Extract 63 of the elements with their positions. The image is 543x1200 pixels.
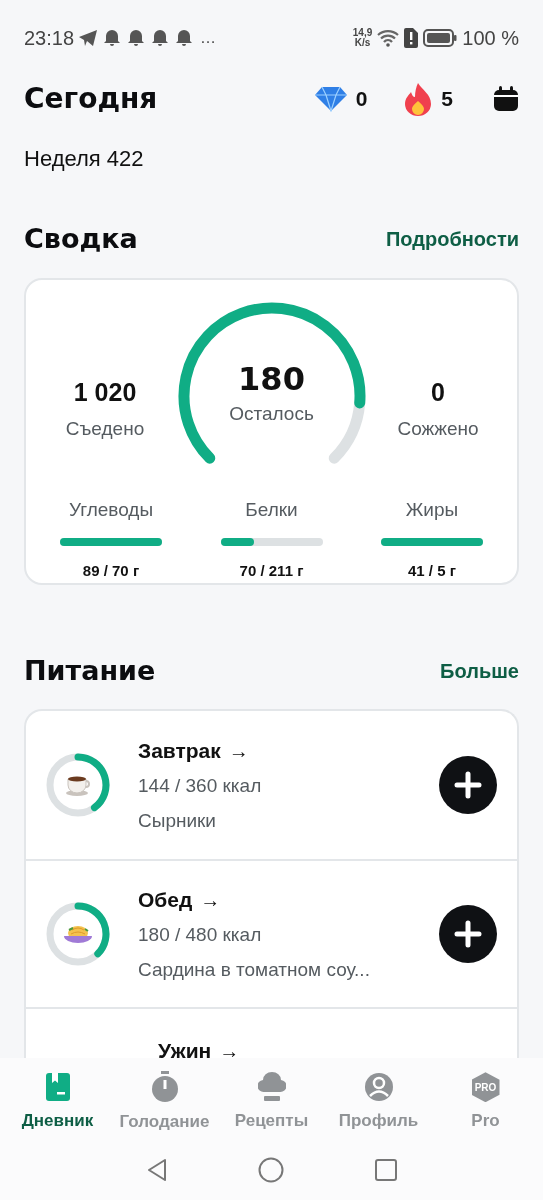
network-speed: 14,9 — [352, 28, 373, 38]
meal-foods: Сардина в томатном соу... — [138, 957, 371, 982]
arrow-icon: → — [228, 735, 249, 766]
gems-count: 0 — [355, 86, 368, 113]
meal-calories: 144 / 360 ккал — [138, 774, 263, 799]
meal-foods: Сырники — [138, 808, 217, 833]
plus-icon — [454, 771, 482, 799]
macro-name: Белки — [245, 497, 298, 522]
arrow-icon: → — [200, 884, 221, 915]
more-notifications: … — [200, 28, 217, 48]
pro-icon: PRO — [471, 1072, 500, 1103]
home-icon[interactable] — [257, 1157, 284, 1183]
nav-tab[interactable]: Дневник — [4, 1072, 111, 1134]
macro-amount: 89 / 70 г — [82, 561, 140, 581]
bell-icon — [126, 28, 147, 48]
remaining-label: Осталось — [229, 401, 314, 426]
macro-name: Жиры — [405, 497, 459, 522]
add-button[interactable] — [439, 756, 497, 814]
battery-icon — [423, 29, 458, 47]
wifi-icon — [377, 29, 400, 47]
more-link[interactable]: Больше — [440, 655, 519, 686]
bowl-icon — [63, 924, 93, 944]
paper-plane-icon — [78, 29, 99, 47]
burned-label: Сожжено — [397, 417, 479, 441]
arrow-icon: → — [219, 1035, 240, 1058]
bell-icon — [174, 28, 195, 48]
page-title: Сегодня — [24, 81, 158, 117]
meal-name[interactable]: Завтрак — [138, 734, 221, 767]
chef-hat-icon — [257, 1072, 286, 1103]
details-link[interactable]: Подробности — [385, 224, 519, 255]
eaten-value: 1 020 — [73, 376, 137, 408]
book-icon — [44, 1072, 71, 1103]
week-label: Неделя 422 — [24, 145, 145, 173]
flame-icon — [403, 82, 434, 116]
macro-name: Углеводы — [68, 497, 154, 522]
status-time: 23:18 — [24, 26, 75, 51]
back-icon[interactable] — [145, 1158, 168, 1182]
section-title: Сводка — [24, 222, 138, 256]
diamond-icon — [313, 86, 348, 112]
streak-count: 5 — [441, 86, 453, 113]
meal-name[interactable]: Ужин — [158, 1035, 212, 1058]
ring-fill — [74, 902, 110, 958]
eaten-label: Съедено — [65, 417, 145, 441]
meal-calories: 180 / 480 ккал — [138, 923, 263, 948]
remaining-value: 180 — [238, 359, 305, 398]
cup-icon — [65, 774, 91, 796]
bell-icon — [102, 28, 123, 48]
bell-icon — [150, 28, 171, 48]
network-unit: K/s — [354, 38, 371, 48]
macro-amount: 41 / 5 г — [408, 561, 456, 581]
meal-name[interactable]: Обед — [138, 883, 193, 916]
calendar-icon[interactable] — [493, 86, 519, 112]
user-icon — [363, 1072, 394, 1103]
burned-value: 0 — [431, 376, 445, 408]
recents-icon[interactable] — [373, 1158, 398, 1182]
ring-fill — [74, 753, 110, 812]
plus-icon — [454, 920, 482, 948]
add-button[interactable] — [439, 905, 497, 963]
stopwatch-icon — [150, 1071, 179, 1104]
sim-alert-icon — [404, 28, 419, 48]
section-title: Питание — [24, 653, 156, 688]
battery-percent: 100 % — [462, 26, 519, 51]
macro-amount: 70 / 211 г — [239, 561, 304, 581]
